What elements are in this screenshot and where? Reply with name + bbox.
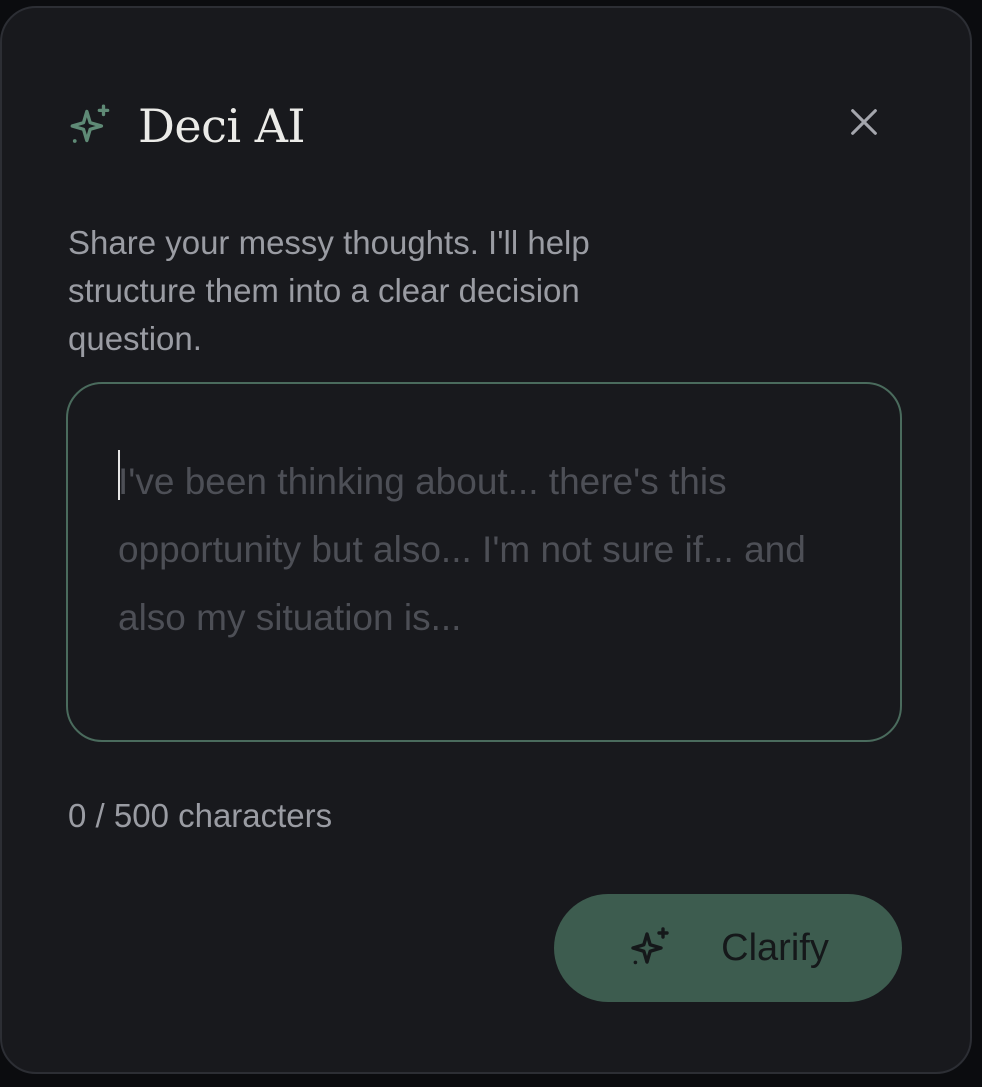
- clarify-button-label: Clarify: [721, 926, 829, 969]
- clarify-button[interactable]: Clarify: [554, 894, 902, 1002]
- sparkles-icon: [70, 104, 110, 143]
- thoughts-input[interactable]: [118, 448, 818, 708]
- character-counter: 0 / 500 characters: [68, 797, 333, 834]
- dialog-title: Deci AI: [138, 99, 306, 153]
- thoughts-input-container: [66, 382, 902, 742]
- dialog-description: Share your messy thoughts. I'll help str…: [68, 224, 590, 357]
- sparkles-icon: [631, 927, 669, 965]
- close-button[interactable]: [842, 100, 886, 144]
- dialog-header: Deci AI: [66, 98, 306, 154]
- close-icon: [851, 109, 877, 135]
- deci-ai-dialog: Deci AI Share your messy thoughts. I'll …: [0, 6, 972, 1074]
- text-cursor: [118, 450, 120, 500]
